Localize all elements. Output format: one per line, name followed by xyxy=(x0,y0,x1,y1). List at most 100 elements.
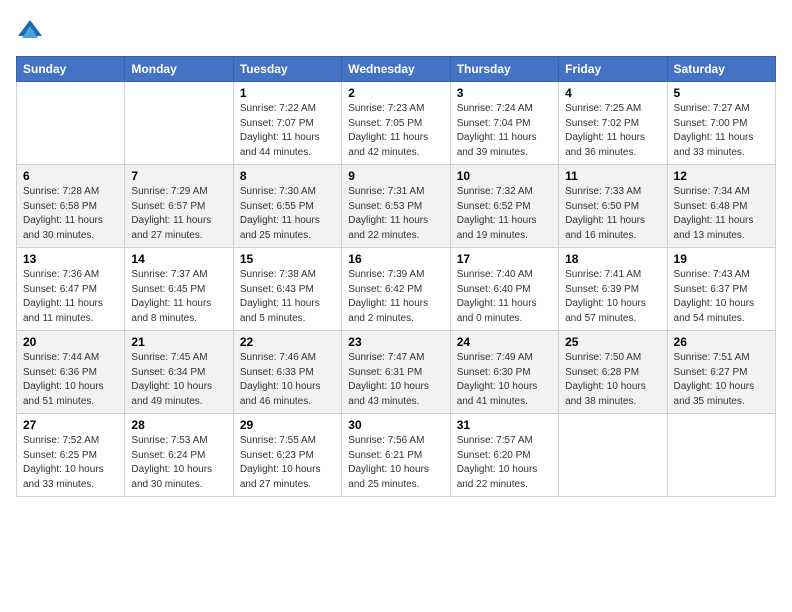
day-detail: Sunrise: 7:43 AM Sunset: 6:37 PM Dayligh… xyxy=(674,268,769,326)
day-detail: Sunrise: 7:28 AM Sunset: 6:58 PM Dayligh… xyxy=(23,185,118,243)
day-number: 15 xyxy=(240,252,335,266)
calendar-cell: 25 Sunrise: 7:50 AM Sunset: 6:28 PM Dayli… xyxy=(559,331,667,414)
calendar-week-row: 20 Sunrise: 7:44 AM Sunset: 6:36 PM Dayli… xyxy=(17,331,776,414)
calendar-header-row: SundayMondayTuesdayWednesdayThursdayFrid… xyxy=(17,57,776,82)
logo-icon xyxy=(16,16,44,44)
day-number: 6 xyxy=(23,169,118,183)
day-detail: Sunrise: 7:37 AM Sunset: 6:45 PM Dayligh… xyxy=(131,268,226,326)
calendar-cell: 29 Sunrise: 7:55 AM Sunset: 6:23 PM Dayli… xyxy=(233,414,341,497)
calendar-cell: 8Sunrise: 7:30 AM Sunset: 6:55 PM Daylig… xyxy=(233,165,341,248)
day-detail: Sunrise: 7:50 AM Sunset: 6:28 PM Dayligh… xyxy=(565,351,660,409)
calendar-cell: 21 Sunrise: 7:45 AM Sunset: 6:34 PM Dayli… xyxy=(125,331,233,414)
calendar-cell: 13 Sunrise: 7:36 AM Sunset: 6:47 PM Dayli… xyxy=(17,248,125,331)
page-header xyxy=(16,16,776,44)
calendar-cell: 14Sunrise: 7:37 AM Sunset: 6:45 PM Dayli… xyxy=(125,248,233,331)
day-detail: Sunrise: 7:57 AM Sunset: 6:20 PM Dayligh… xyxy=(457,434,552,492)
calendar-cell: 30 Sunrise: 7:56 AM Sunset: 6:21 PM Dayli… xyxy=(342,414,450,497)
weekday-header: Monday xyxy=(125,57,233,82)
weekday-header: Friday xyxy=(559,57,667,82)
day-number: 17 xyxy=(457,252,552,266)
day-number: 12 xyxy=(674,169,769,183)
calendar-cell: 24Sunrise: 7:49 AM Sunset: 6:30 PM Dayli… xyxy=(450,331,558,414)
day-detail: Sunrise: 7:30 AM Sunset: 6:55 PM Dayligh… xyxy=(240,185,335,243)
calendar-cell: 7 Sunrise: 7:29 AM Sunset: 6:57 PM Daylig… xyxy=(125,165,233,248)
day-detail: Sunrise: 7:45 AM Sunset: 6:34 PM Dayligh… xyxy=(131,351,226,409)
day-detail: Sunrise: 7:22 AM Sunset: 7:07 PM Dayligh… xyxy=(240,102,335,160)
day-detail: Sunrise: 7:53 AM Sunset: 6:24 PM Dayligh… xyxy=(131,434,226,492)
day-detail: Sunrise: 7:32 AM Sunset: 6:52 PM Dayligh… xyxy=(457,185,552,243)
day-number: 13 xyxy=(23,252,118,266)
day-number: 16 xyxy=(348,252,443,266)
day-number: 25 xyxy=(565,335,660,349)
calendar-cell: 11 Sunrise: 7:33 AM Sunset: 6:50 PM Dayli… xyxy=(559,165,667,248)
day-number: 11 xyxy=(565,169,660,183)
calendar-cell: 20 Sunrise: 7:44 AM Sunset: 6:36 PM Dayli… xyxy=(17,331,125,414)
day-number: 28 xyxy=(131,418,226,432)
calendar-cell xyxy=(667,414,775,497)
calendar-cell: 12 Sunrise: 7:34 AM Sunset: 6:48 PM Dayli… xyxy=(667,165,775,248)
day-number: 30 xyxy=(348,418,443,432)
day-number: 27 xyxy=(23,418,118,432)
day-detail: Sunrise: 7:52 AM Sunset: 6:25 PM Dayligh… xyxy=(23,434,118,492)
day-detail: Sunrise: 7:40 AM Sunset: 6:40 PM Dayligh… xyxy=(457,268,552,326)
calendar-cell: 27 Sunrise: 7:52 AM Sunset: 6:25 PM Dayli… xyxy=(17,414,125,497)
calendar-cell: 15 Sunrise: 7:38 AM Sunset: 6:43 PM Dayli… xyxy=(233,248,341,331)
day-number: 7 xyxy=(131,169,226,183)
day-number: 21 xyxy=(131,335,226,349)
calendar-cell: 6 Sunrise: 7:28 AM Sunset: 6:58 PM Daylig… xyxy=(17,165,125,248)
calendar-cell xyxy=(559,414,667,497)
weekday-header: Sunday xyxy=(17,57,125,82)
day-number: 22 xyxy=(240,335,335,349)
day-detail: Sunrise: 7:36 AM Sunset: 6:47 PM Dayligh… xyxy=(23,268,118,326)
calendar-cell: 2 Sunrise: 7:23 AM Sunset: 7:05 PM Daylig… xyxy=(342,82,450,165)
day-detail: Sunrise: 7:38 AM Sunset: 6:43 PM Dayligh… xyxy=(240,268,335,326)
calendar-cell: 19Sunrise: 7:43 AM Sunset: 6:37 PM Dayli… xyxy=(667,248,775,331)
calendar-week-row: 13 Sunrise: 7:36 AM Sunset: 6:47 PM Dayli… xyxy=(17,248,776,331)
day-detail: Sunrise: 7:24 AM Sunset: 7:04 PM Dayligh… xyxy=(457,102,552,160)
day-detail: Sunrise: 7:33 AM Sunset: 6:50 PM Dayligh… xyxy=(565,185,660,243)
day-number: 5 xyxy=(674,86,769,100)
calendar-cell: 10 Sunrise: 7:32 AM Sunset: 6:52 PM Dayli… xyxy=(450,165,558,248)
day-detail: Sunrise: 7:31 AM Sunset: 6:53 PM Dayligh… xyxy=(348,185,443,243)
calendar-cell: 31 Sunrise: 7:57 AM Sunset: 6:20 PM Dayli… xyxy=(450,414,558,497)
calendar-cell: 1 Sunrise: 7:22 AM Sunset: 7:07 PM Daylig… xyxy=(233,82,341,165)
day-detail: Sunrise: 7:44 AM Sunset: 6:36 PM Dayligh… xyxy=(23,351,118,409)
day-detail: Sunrise: 7:56 AM Sunset: 6:21 PM Dayligh… xyxy=(348,434,443,492)
day-detail: Sunrise: 7:29 AM Sunset: 6:57 PM Dayligh… xyxy=(131,185,226,243)
weekday-header: Thursday xyxy=(450,57,558,82)
day-detail: Sunrise: 7:47 AM Sunset: 6:31 PM Dayligh… xyxy=(348,351,443,409)
calendar-cell: 5 Sunrise: 7:27 AM Sunset: 7:00 PM Daylig… xyxy=(667,82,775,165)
weekday-header: Saturday xyxy=(667,57,775,82)
calendar-cell: 17 Sunrise: 7:40 AM Sunset: 6:40 PM Dayli… xyxy=(450,248,558,331)
day-number: 3 xyxy=(457,86,552,100)
calendar-cell: 3 Sunrise: 7:24 AM Sunset: 7:04 PM Daylig… xyxy=(450,82,558,165)
day-number: 29 xyxy=(240,418,335,432)
day-number: 24 xyxy=(457,335,552,349)
day-number: 31 xyxy=(457,418,552,432)
day-number: 2 xyxy=(348,86,443,100)
calendar-cell: 23 Sunrise: 7:47 AM Sunset: 6:31 PM Dayli… xyxy=(342,331,450,414)
day-detail: Sunrise: 7:23 AM Sunset: 7:05 PM Dayligh… xyxy=(348,102,443,160)
day-number: 10 xyxy=(457,169,552,183)
day-detail: Sunrise: 7:55 AM Sunset: 6:23 PM Dayligh… xyxy=(240,434,335,492)
day-number: 18 xyxy=(565,252,660,266)
day-detail: Sunrise: 7:39 AM Sunset: 6:42 PM Dayligh… xyxy=(348,268,443,326)
weekday-header: Wednesday xyxy=(342,57,450,82)
day-number: 23 xyxy=(348,335,443,349)
weekday-header: Tuesday xyxy=(233,57,341,82)
calendar-cell xyxy=(17,82,125,165)
day-number: 20 xyxy=(23,335,118,349)
calendar-table: SundayMondayTuesdayWednesdayThursdayFrid… xyxy=(16,56,776,497)
calendar-cell: 26Sunrise: 7:51 AM Sunset: 6:27 PM Dayli… xyxy=(667,331,775,414)
calendar-cell xyxy=(125,82,233,165)
calendar-cell: 18Sunrise: 7:41 AM Sunset: 6:39 PM Dayli… xyxy=(559,248,667,331)
day-detail: Sunrise: 7:46 AM Sunset: 6:33 PM Dayligh… xyxy=(240,351,335,409)
day-detail: Sunrise: 7:27 AM Sunset: 7:00 PM Dayligh… xyxy=(674,102,769,160)
day-number: 9 xyxy=(348,169,443,183)
calendar-cell: 4Sunrise: 7:25 AM Sunset: 7:02 PM Daylig… xyxy=(559,82,667,165)
day-number: 1 xyxy=(240,86,335,100)
day-number: 4 xyxy=(565,86,660,100)
calendar-week-row: 1 Sunrise: 7:22 AM Sunset: 7:07 PM Daylig… xyxy=(17,82,776,165)
calendar-cell: 9 Sunrise: 7:31 AM Sunset: 6:53 PM Daylig… xyxy=(342,165,450,248)
day-detail: Sunrise: 7:34 AM Sunset: 6:48 PM Dayligh… xyxy=(674,185,769,243)
